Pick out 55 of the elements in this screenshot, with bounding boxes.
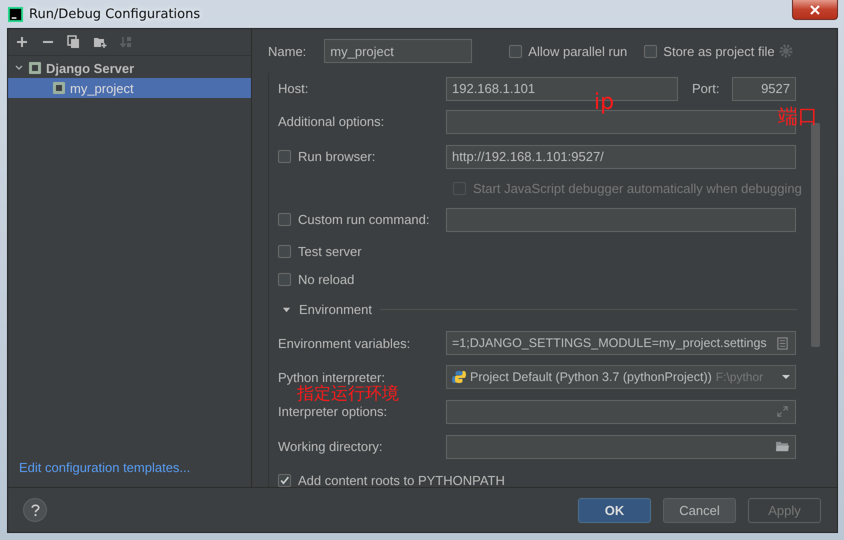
close-button[interactable]: [792, 0, 838, 20]
input-field[interactable]: =1;DJANGO_SETTINGS_MODULE=my_project.settings: [446, 331, 796, 355]
checkbox-label: No reload: [298, 272, 354, 286]
edit-templates-link[interactable]: Edit configuration templates...: [8, 460, 251, 487]
input-field[interactable]: http://192.168.1.101:9527/: [446, 144, 796, 168]
expand-icon[interactable]: [776, 405, 789, 418]
document-icon[interactable]: [776, 336, 789, 350]
settings-icon[interactable]: [778, 44, 793, 58]
checkbox[interactable]: [278, 244, 291, 258]
checkbox-label: Add content roots to PYTHONPATH: [298, 472, 505, 487]
name-label: Name:: [268, 44, 306, 58]
dialog-button[interactable]: OK: [578, 498, 651, 522]
section-title: Environment: [299, 302, 372, 317]
expand-triangle-icon[interactable]: [282, 305, 291, 314]
checkbox[interactable]: [278, 150, 291, 163]
input-field[interactable]: [446, 208, 796, 232]
field-label: Additional options:: [278, 114, 386, 129]
field-label: Environment variables:: [278, 336, 412, 350]
host-label: Host:: [278, 81, 310, 96]
checkbox[interactable]: [278, 272, 291, 286]
checkbox[interactable]: [278, 474, 291, 486]
help-button[interactable]: [23, 498, 47, 522]
copy-icon[interactable]: [67, 35, 81, 49]
checkbox-label: Run browser:: [298, 149, 376, 164]
annotation-text: 端口: [778, 106, 818, 126]
add-icon[interactable]: [15, 35, 29, 49]
field-label: Working directory:: [278, 439, 384, 454]
checkbox-label: Custom run command:: [298, 212, 430, 227]
annotation-text: 指定运行环境: [297, 386, 399, 403]
dialog-button[interactable]: Cancel: [663, 498, 736, 522]
tree-item[interactable]: Django Server: [8, 58, 251, 78]
input-field[interactable]: [446, 400, 796, 424]
name-field[interactable]: my_project: [324, 39, 472, 63]
dropdown-arrow-icon: [781, 372, 791, 382]
new-folder-icon[interactable]: [93, 35, 107, 49]
window-title: Run/Debug Configurations: [29, 6, 202, 22]
checkbox-label: Store as project file: [663, 44, 775, 58]
tree-item[interactable]: my_project: [8, 78, 251, 98]
checkbox[interactable]: [278, 213, 291, 226]
port-field[interactable]: 9527: [732, 76, 796, 100]
field-label: Python interpreter:: [278, 370, 385, 384]
checkbox-label: Test server: [298, 244, 362, 258]
port-label: Port:: [692, 81, 720, 96]
checkbox-label: Allow parallel run: [528, 44, 628, 58]
field-label: Interpreter options:: [278, 404, 388, 419]
checkbox[interactable]: [644, 44, 658, 58]
checkbox[interactable]: [509, 44, 522, 58]
folder-icon[interactable]: [776, 440, 789, 453]
sort-icon[interactable]: [119, 35, 133, 49]
checkbox-label: Start JavaScript debugger automatically when debugging: [473, 180, 802, 196]
close-icon: [810, 4, 820, 14]
python-icon: [452, 370, 466, 384]
input-field[interactable]: [446, 434, 796, 458]
help-icon: [30, 503, 40, 517]
app-logo-icon: [8, 6, 23, 22]
